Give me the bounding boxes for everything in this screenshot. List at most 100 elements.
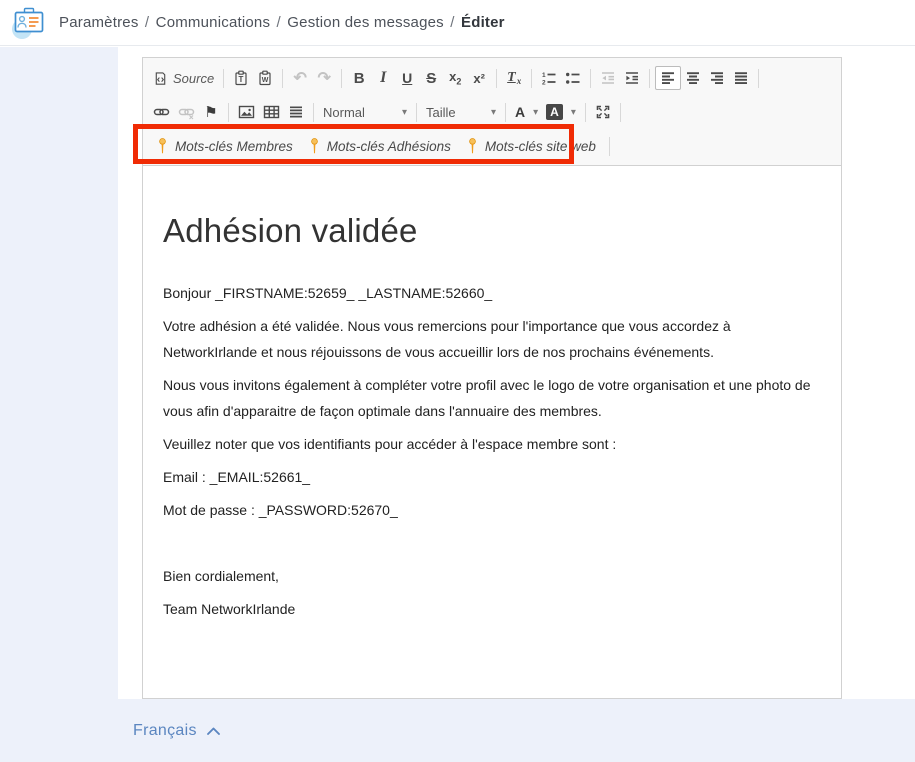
numbered-list-button[interactable]: 1 2 (537, 66, 561, 90)
image-icon (238, 104, 255, 120)
align-right-icon (709, 70, 725, 86)
undo-button[interactable]: ↶ (288, 66, 312, 90)
source-icon (153, 71, 168, 86)
toolbar-separator (505, 103, 506, 122)
paste-from-word-button[interactable]: W (253, 66, 277, 90)
superscript-icon: x² (473, 71, 485, 86)
toolbar-separator (282, 69, 283, 88)
toolbar-separator (313, 103, 314, 122)
toolbar-separator (223, 69, 224, 88)
toolbar-separator (496, 69, 497, 88)
keywords-adhesions-button[interactable]: Mots-clés Adhésions (301, 136, 459, 157)
message-paragraph: Team NetworkIrlande (163, 596, 821, 622)
italic-button[interactable]: I (371, 66, 395, 90)
text-color-button[interactable]: A ▾ (511, 100, 542, 124)
increase-indent-icon (624, 70, 640, 86)
toolbar-separator (620, 103, 621, 122)
superscript-button[interactable]: x² (467, 66, 491, 90)
horizontal-rule-button[interactable] (284, 100, 308, 124)
bold-icon: B (354, 70, 365, 87)
insert-table-button[interactable] (259, 100, 284, 124)
breadcrumb-separator: / (277, 14, 281, 31)
background-color-button[interactable]: A ▾ (542, 100, 580, 124)
link-icon (153, 104, 170, 120)
chevron-down-icon: ▾ (533, 107, 538, 118)
editor-content-area[interactable]: Adhésion validée Bonjour _FIRSTNAME:5265… (143, 166, 841, 697)
paragraph-format-dropdown[interactable]: Normal ▾ (319, 103, 411, 122)
toolbar-separator (341, 69, 342, 88)
source-button[interactable]: Source (149, 66, 218, 90)
remove-format-icon: Tx (507, 70, 521, 87)
decrease-indent-icon (600, 70, 616, 86)
undo-icon: ↶ (294, 68, 307, 88)
decrease-indent-button[interactable] (596, 66, 620, 90)
message-heading: Adhésion validée (163, 212, 821, 250)
chevron-down-icon: ▾ (491, 107, 496, 118)
breadcrumb-parametres[interactable]: Paramètres (59, 14, 139, 31)
underline-button[interactable]: U (395, 66, 419, 90)
keywords-membres-label: Mots-clés Membres (175, 139, 293, 154)
toolbar-separator (416, 103, 417, 122)
bulleted-list-button[interactable] (561, 66, 585, 90)
redo-button[interactable]: ↷ (312, 66, 336, 90)
breadcrumb-gestion-des-messages[interactable]: Gestion des messages (287, 14, 444, 31)
svg-text:1: 1 (542, 72, 546, 79)
underline-icon: U (402, 70, 412, 86)
insert-image-button[interactable] (234, 100, 259, 124)
top-bar: Paramètres / Communications / Gestion de… (0, 0, 915, 46)
message-paragraph-blank (163, 530, 821, 556)
link-button[interactable] (149, 100, 174, 124)
bottom-language-bar: Français (0, 699, 915, 762)
key-icon (157, 138, 168, 155)
key-icon (467, 138, 478, 155)
svg-text:2: 2 (542, 80, 546, 87)
justify-button[interactable] (729, 66, 753, 90)
subscript-button[interactable]: x2 (443, 66, 467, 90)
toolbar-row-1: Source T W (149, 61, 835, 95)
anchor-flag-button[interactable]: ⚑ (199, 100, 223, 124)
paste-word-icon: W (257, 70, 273, 86)
breadcrumb-communications[interactable]: Communications (156, 14, 271, 31)
maximize-icon (595, 104, 611, 120)
chevron-up-icon (206, 726, 221, 736)
toolbar-separator (228, 103, 229, 122)
key-icon (309, 138, 320, 155)
message-paragraph: Bonjour _FIRSTNAME:52659_ _LASTNAME:5266… (163, 280, 821, 306)
table-icon (263, 104, 280, 120)
strikethrough-button[interactable]: S (419, 66, 443, 90)
numbered-list-icon: 1 2 (541, 70, 557, 86)
remove-format-button[interactable]: Tx (502, 66, 526, 90)
toolbar-separator (649, 69, 650, 88)
keywords-siteweb-label: Mots-clés site web (485, 139, 596, 154)
text-color-icon: A (515, 105, 525, 120)
keywords-siteweb-button[interactable]: Mots-clés site web (459, 136, 604, 157)
align-left-icon (660, 70, 676, 86)
language-toggle[interactable]: Français (133, 722, 221, 740)
message-paragraph: Votre adhésion a été validée. Nous vous … (163, 313, 821, 365)
unlink-button[interactable] (174, 100, 199, 124)
maximize-button[interactable] (591, 100, 615, 124)
strikethrough-icon: S (426, 70, 436, 87)
language-label: Français (133, 722, 197, 740)
size-dropdown-value: Taille (426, 105, 456, 120)
svg-text:T: T (239, 75, 244, 84)
font-size-dropdown[interactable]: Taille ▾ (422, 103, 500, 122)
keywords-adhesions-label: Mots-clés Adhésions (327, 139, 451, 154)
paste-as-text-button[interactable]: T (229, 66, 253, 90)
italic-icon: I (380, 69, 386, 87)
keywords-membres-button[interactable]: Mots-clés Membres (149, 136, 301, 157)
subscript-icon: x2 (449, 69, 461, 87)
justify-icon (733, 70, 749, 86)
align-right-button[interactable] (705, 66, 729, 90)
redo-icon: ↷ (318, 68, 331, 88)
toolbar-separator (609, 137, 610, 156)
increase-indent-button[interactable] (620, 66, 644, 90)
align-center-button[interactable] (681, 66, 705, 90)
align-left-button[interactable] (655, 66, 681, 90)
id-card-logo-icon (10, 5, 48, 41)
bold-button[interactable]: B (347, 66, 371, 90)
breadcrumb-separator: / (450, 14, 454, 31)
horizontal-rule-icon (288, 104, 304, 120)
left-sidebar-panel (0, 47, 118, 699)
breadcrumb-separator: / (145, 14, 149, 31)
